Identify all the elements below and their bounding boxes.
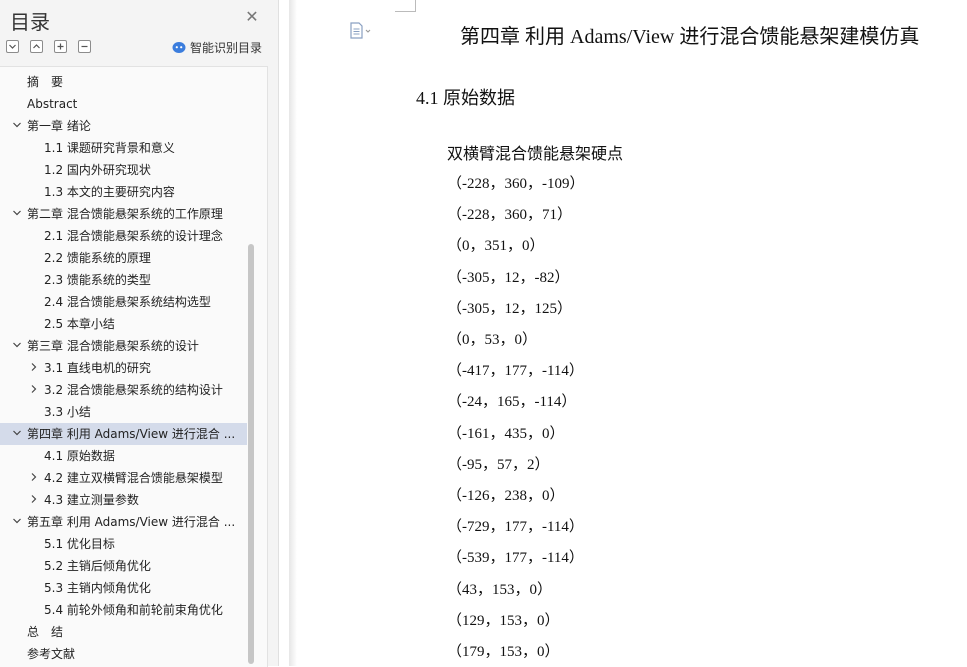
- toc-item-label: 2.4 混合馈能悬架系统结构选型: [44, 295, 211, 309]
- toc-item-label: 2.5 本章小结: [44, 317, 115, 331]
- hardpoint-coordinate: （-161，435，0）: [447, 426, 565, 442]
- chevron-right-icon[interactable]: [29, 384, 39, 394]
- toc-item-chapter-2[interactable]: 第二章 混合馈能悬架系统的工作原理: [0, 203, 247, 225]
- toc-item-3-1[interactable]: 3.1 直线电机的研究: [0, 357, 247, 379]
- toc-item-2-3[interactable]: 2.3 馈能系统的类型: [0, 269, 247, 291]
- plus-icon[interactable]: [54, 40, 67, 53]
- toc-item-3-3[interactable]: 3.3 小结: [0, 401, 247, 423]
- hardpoint-coordinate: （129，153，0）: [447, 613, 560, 629]
- toc-item-label: 5.1 优化目标: [44, 537, 115, 551]
- toc-item-5-2[interactable]: 5.2 主销后倾角优化: [0, 555, 247, 577]
- toc-item-label: 第一章 绪论: [27, 119, 91, 133]
- chevron-down-icon[interactable]: [12, 208, 22, 218]
- toc-item-4-2[interactable]: 4.2 建立双横臂混合馈能悬架模型: [0, 467, 247, 489]
- chevron-right-icon[interactable]: [29, 362, 39, 372]
- toc-item-label: 1.3 本文的主要研究内容: [44, 185, 175, 199]
- hardpoint-coordinate: （-417，177，-114）: [447, 363, 584, 379]
- toc-item-1-1[interactable]: 1.1 课题研究背景和意义: [0, 137, 247, 159]
- close-icon[interactable]: ✕: [243, 8, 261, 26]
- toc-item-4-3[interactable]: 4.3 建立测量参数: [0, 489, 247, 511]
- toc-item-label: 3.3 小结: [44, 405, 91, 419]
- hardpoint-coordinate: （-228，360，71）: [447, 207, 572, 223]
- document-canvas: [279, 0, 967, 666]
- toc-item-1-3[interactable]: 1.3 本文的主要研究内容: [0, 181, 247, 203]
- toc-tree: 摘 要 Abstract 第一章 绪论 1.1 课题研究背景和意义 1.2 国内…: [0, 66, 268, 667]
- chevron-down-icon[interactable]: [12, 428, 22, 438]
- toc-item-label: 参考文献: [27, 647, 76, 661]
- toc-sidebar: 目录 ✕ 智能识别目录 摘 要 Abstract 第一章 绪论 1.1 课题研究: [0, 0, 279, 667]
- toc-item-chapter-3[interactable]: 第三章 混合馈能悬架系统的设计: [0, 335, 247, 357]
- toc-item-abstract-cn[interactable]: 摘 要: [0, 71, 247, 93]
- chapter-title: 第四章 利用 Adams/View 进行混合馈能悬架建模仿真: [460, 26, 920, 48]
- toc-item-chapter-4[interactable]: 第四章 利用 Adams/View 进行混合 ...: [0, 423, 247, 445]
- hardpoint-coordinate: （0，351，0）: [447, 238, 545, 254]
- toc-item-label: 2.2 馈能系统的原理: [44, 251, 151, 265]
- smart-toc-button[interactable]: 智能识别目录: [172, 38, 262, 56]
- toc-item-label: 第四章 利用 Adams/View 进行混合 ...: [27, 427, 236, 441]
- chevron-down-icon[interactable]: [12, 120, 22, 130]
- hardpoint-coordinate: （-24，165，-114）: [447, 394, 577, 410]
- hardpoint-coordinate: （-729，177，-114）: [447, 519, 584, 535]
- section-title: 4.1 原始数据: [416, 88, 515, 108]
- toc-item-3-2[interactable]: 3.2 混合馈能悬架系统的结构设计: [0, 379, 247, 401]
- document-icon[interactable]: [349, 22, 373, 40]
- toc-item-label: 2.1 混合馈能悬架系统的设计理念: [44, 229, 223, 243]
- toc-item-label: 摘 要: [27, 75, 64, 89]
- toc-item-summary[interactable]: 总 结: [0, 621, 247, 643]
- minus-icon[interactable]: [78, 40, 91, 53]
- chevron-up-icon[interactable]: [30, 40, 43, 53]
- toc-item-label: 1.2 国内外研究现状: [44, 163, 151, 177]
- toc-item-label: 第三章 混合馈能悬架系统的设计: [27, 339, 199, 353]
- toc-item-label: 5.4 前轮外倾角和前轮前束角优化: [44, 603, 223, 617]
- page-edge-shadow: [289, 0, 297, 666]
- hardpoints-heading: 双横臂混合馈能悬架硬点: [447, 146, 624, 163]
- collapse-all-icon[interactable]: [6, 40, 19, 53]
- toc-item-label: 4.3 建立测量参数: [44, 493, 139, 507]
- toc-item-2-1[interactable]: 2.1 混合馈能悬架系统的设计理念: [0, 225, 247, 247]
- toc-item-abstract-en[interactable]: Abstract: [0, 93, 247, 115]
- toc-item-label: Abstract: [27, 97, 78, 111]
- toc-item-5-3[interactable]: 5.3 主销内倾角优化: [0, 577, 247, 599]
- toc-item-label: 5.3 主销内倾角优化: [44, 581, 151, 595]
- toc-item-label: 3.1 直线电机的研究: [44, 361, 151, 375]
- toc-item-label: 第五章 利用 Adams/View 进行混合 ...: [27, 515, 236, 529]
- toc-item-2-2[interactable]: 2.2 馈能系统的原理: [0, 247, 247, 269]
- toc-item-references[interactable]: 参考文献: [0, 643, 247, 665]
- hardpoint-coordinate: （179，153，0）: [447, 644, 560, 660]
- toc-item-chapter-5[interactable]: 第五章 利用 Adams/View 进行混合 ...: [0, 511, 247, 533]
- sidebar-title: 目录: [10, 10, 50, 34]
- chevron-right-icon[interactable]: [29, 494, 39, 504]
- toc-item-label: 第二章 混合馈能悬架系统的工作原理: [27, 207, 223, 221]
- hardpoint-coordinate: （-305，12，-82）: [447, 270, 570, 286]
- smart-toc-label: 智能识别目录: [190, 40, 263, 55]
- toc-item-label: 1.1 课题研究背景和意义: [44, 141, 175, 155]
- toc-item-2-4[interactable]: 2.4 混合馈能悬架系统结构选型: [0, 291, 247, 313]
- hardpoint-coordinate: （-539，177，-114）: [447, 550, 584, 566]
- toc-item-label: 4.1 原始数据: [44, 449, 115, 463]
- hardpoint-coordinate: （-228，360，-109）: [447, 176, 585, 192]
- hardpoint-coordinate: （0，53，0）: [447, 332, 538, 348]
- toc-item-5-4[interactable]: 5.4 前轮外倾角和前轮前束角优化: [0, 599, 247, 621]
- toc-item-chapter-1[interactable]: 第一章 绪论: [0, 115, 247, 137]
- toc-item-2-5[interactable]: 2.5 本章小结: [0, 313, 247, 335]
- chevron-down-icon[interactable]: [12, 516, 22, 526]
- page-corner-mark: [395, 0, 416, 12]
- hardpoint-coordinate: （-305，12，125）: [447, 301, 572, 317]
- toc-item-label: 4.2 建立双横臂混合馈能悬架模型: [44, 471, 223, 485]
- toc-item-label: 5.2 主销后倾角优化: [44, 559, 151, 573]
- hardpoint-coordinate: （-126，238，0）: [447, 488, 565, 504]
- toc-item-label: 总 结: [27, 625, 64, 639]
- ai-robot-icon: [172, 42, 186, 53]
- toc-item-label: 3.2 混合馈能悬架系统的结构设计: [44, 383, 223, 397]
- chevron-down-icon[interactable]: [12, 340, 22, 350]
- chevron-right-icon[interactable]: [29, 472, 39, 482]
- hardpoint-coordinate: （-95，57，2）: [447, 457, 550, 473]
- toc-item-1-2[interactable]: 1.2 国内外研究现状: [0, 159, 247, 181]
- toc-item-label: 2.3 馈能系统的类型: [44, 273, 151, 287]
- hardpoint-coordinate: （43，153，0）: [447, 582, 553, 598]
- toc-item-5-1[interactable]: 5.1 优化目标: [0, 533, 247, 555]
- toc-scrollbar[interactable]: [248, 244, 254, 664]
- toc-item-4-1[interactable]: 4.1 原始数据: [0, 445, 247, 467]
